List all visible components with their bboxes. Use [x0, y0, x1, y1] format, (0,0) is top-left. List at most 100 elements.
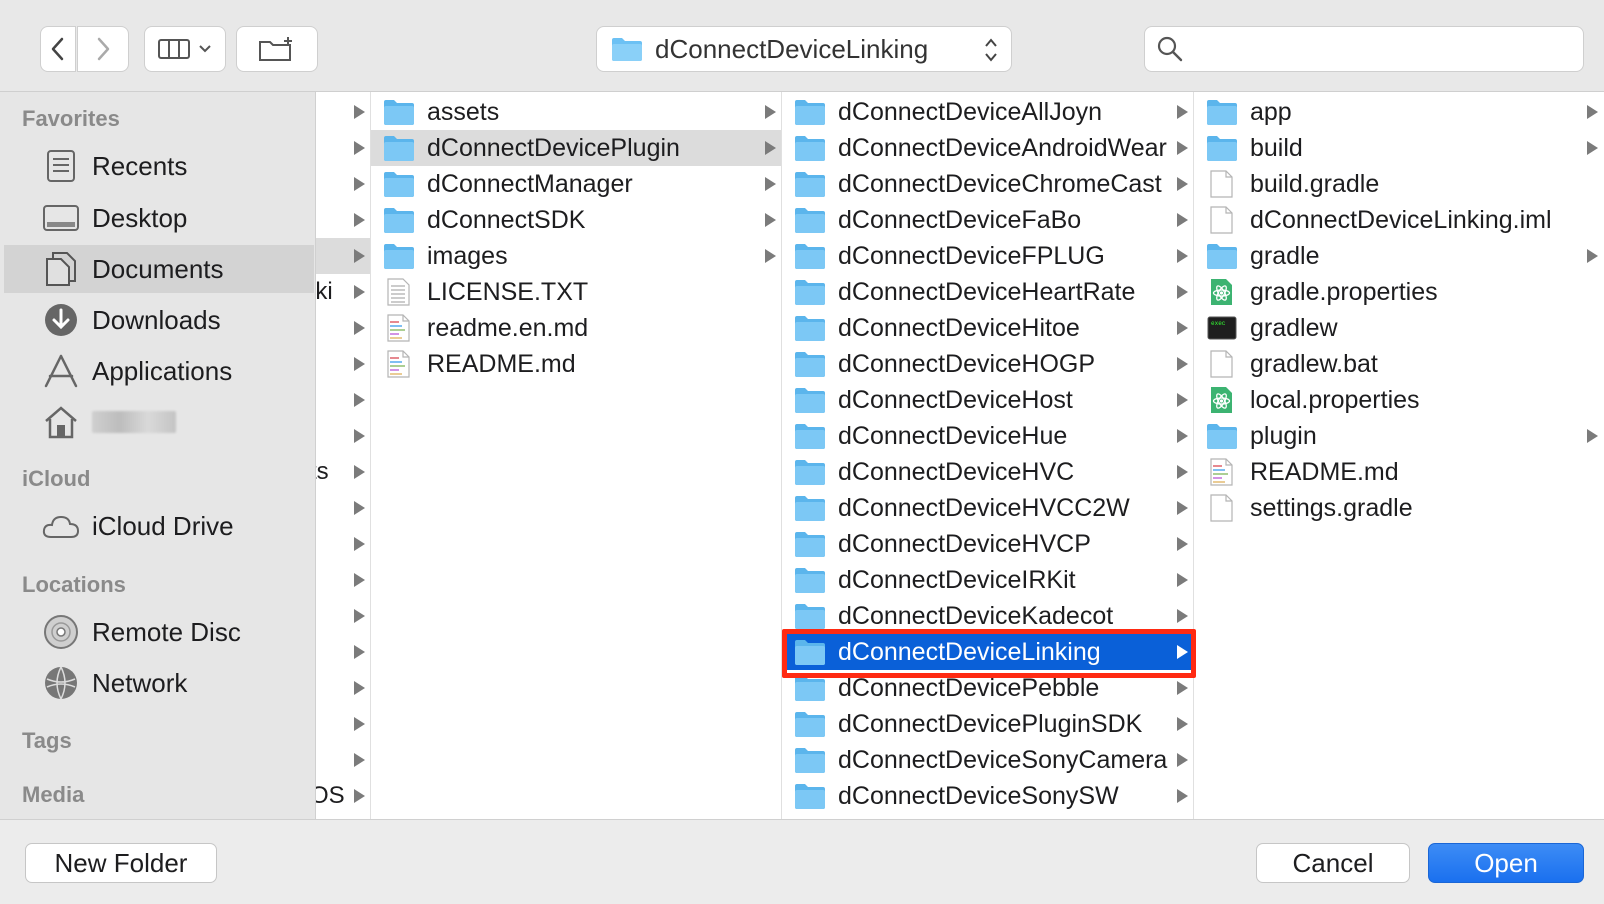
properties-file-icon [1206, 278, 1238, 306]
file-row[interactable] [316, 310, 370, 346]
disclosure-arrow-icon [1177, 789, 1188, 803]
file-row[interactable]: dConnectDeviceKadecot [782, 598, 1193, 634]
file-row[interactable]: dConnectDevicePebble [782, 670, 1193, 706]
file-row[interactable]: OS [316, 778, 370, 814]
file-row[interactable]: dConnectDevicePluginSDK [782, 706, 1193, 742]
file-row[interactable]: LICENSE.TXT [371, 274, 781, 310]
file-row[interactable]: gradle.properties [1194, 274, 1604, 310]
file-name: dConnectDeviceHitoe [838, 313, 1080, 342]
new-folder-icon [259, 37, 292, 61]
forward-button[interactable] [77, 26, 129, 72]
back-button[interactable] [40, 26, 76, 72]
file-row[interactable] [316, 670, 370, 706]
sidebar-item-desktop[interactable]: Desktop [4, 194, 314, 242]
file-row[interactable]: gradle [1194, 238, 1604, 274]
new-folder-button[interactable]: New Folder [25, 843, 217, 883]
sidebar-item-documents[interactable]: Documents [4, 245, 314, 293]
file-name: assets [427, 97, 500, 126]
sidebar-item-icloud-drive[interactable]: iCloud Drive [4, 502, 314, 550]
file-row[interactable] [316, 634, 370, 670]
sidebar-item-recents[interactable]: Recents [4, 142, 314, 190]
file-row[interactable] [316, 706, 370, 742]
file-row[interactable]: exec gradlew [1194, 310, 1604, 346]
file-row[interactable] [316, 418, 370, 454]
file-row[interactable] [316, 238, 370, 274]
file-row[interactable]: dConnectDeviceHVCC2W [782, 490, 1193, 526]
file-row[interactable]: plugin [1194, 418, 1604, 454]
sidebar-item-remote-disc[interactable]: Remote Disc [4, 608, 314, 656]
file-row[interactable]: dConnectDeviceFaBo [782, 202, 1193, 238]
file-row[interactable] [316, 382, 370, 418]
file-row[interactable]: assets [371, 94, 781, 130]
sidebar-item-network[interactable]: Network [4, 659, 314, 707]
icloud-icon [40, 505, 82, 547]
sidebar-item-downloads[interactable]: Downloads [4, 296, 314, 344]
file-row[interactable] [316, 166, 370, 202]
file-row[interactable]: dConnectDeviceHue [782, 418, 1193, 454]
file-row[interactable] [316, 346, 370, 382]
file-row[interactable]: gradlew.bat [1194, 346, 1604, 382]
file-row[interactable]: dConnectDeviceAllJoyn [782, 94, 1193, 130]
file-row[interactable]: dConnectDeviceHOGP [782, 346, 1193, 382]
file-row[interactable]: iki [316, 274, 370, 310]
file-row[interactable]: dConnectDeviceAndroidWear [782, 130, 1193, 166]
folder-icon [1206, 134, 1238, 162]
file-row[interactable]: dConnectDeviceHost [782, 382, 1193, 418]
file-row[interactable]: README.md [371, 346, 781, 382]
view-mode-button[interactable] [144, 26, 226, 72]
file-row[interactable]: readme.en.md [371, 310, 781, 346]
new-folder-toolbar-button[interactable] [236, 26, 318, 72]
search-field[interactable] [1144, 26, 1584, 72]
file-row[interactable]: build.gradle [1194, 166, 1604, 202]
file-name: dConnectDeviceHue [838, 421, 1068, 450]
disclosure-arrow-icon [1177, 609, 1188, 623]
file-name: dConnectDeviceHVCP [838, 529, 1091, 558]
file-row[interactable]: README.md [1194, 454, 1604, 490]
open-button[interactable]: Open [1428, 843, 1584, 883]
file-row[interactable] [316, 562, 370, 598]
file-row[interactable]: images [371, 238, 781, 274]
file-row[interactable]: app [1194, 94, 1604, 130]
cancel-button[interactable]: Cancel [1256, 843, 1410, 883]
file-row[interactable]: local.properties [1194, 382, 1604, 418]
file-row[interactable]: dConnectDeviceSonyCamera [782, 742, 1193, 778]
file-row[interactable]: dConnectDeviceLinking [782, 634, 1193, 670]
file-row[interactable] [316, 742, 370, 778]
sidebar-item-home[interactable] [4, 398, 314, 446]
search-input[interactable] [1193, 36, 1573, 62]
home-icon [40, 401, 82, 443]
file-row[interactable]: ts [316, 454, 370, 490]
file-row[interactable]: dConnectDeviceLinking.iml [1194, 202, 1604, 238]
file-row[interactable]: dConnectDeviceHeartRate [782, 274, 1193, 310]
file-row[interactable] [316, 490, 370, 526]
file-name: dConnectDeviceAndroidWear [838, 133, 1167, 162]
file-row[interactable]: dConnectDeviceHVC [782, 454, 1193, 490]
file-name: dConnectDeviceHVC [838, 457, 1075, 486]
file-row[interactable]: settings.gradle [1194, 490, 1604, 526]
file-row[interactable] [316, 94, 370, 130]
file-row[interactable]: dConnectDeviceIRKit [782, 562, 1193, 598]
file-row[interactable]: build [1194, 130, 1604, 166]
file-row[interactable]: dConnectDeviceHitoe [782, 310, 1193, 346]
file-row[interactable]: dConnectDeviceChromeCast [782, 166, 1193, 202]
file-row[interactable] [316, 526, 370, 562]
document-icon [1206, 494, 1238, 522]
sidebar-item-applications[interactable]: Applications [4, 347, 314, 395]
file-row[interactable] [316, 202, 370, 238]
file-row[interactable]: dConnectDeviceSonySW [782, 778, 1193, 814]
path-popup[interactable]: dConnectDeviceLinking [596, 26, 1012, 72]
file-row[interactable]: dConnectDeviceHVCP [782, 526, 1193, 562]
folder-icon [794, 98, 826, 126]
file-row[interactable]: dConnectDeviceFPLUG [782, 238, 1193, 274]
disclosure-arrow-icon [354, 321, 365, 335]
file-row[interactable]: dConnectManager [371, 166, 781, 202]
file-row[interactable]: dConnectSDK [371, 202, 781, 238]
file-row[interactable] [316, 130, 370, 166]
folder-icon [794, 458, 826, 486]
file-row[interactable] [316, 598, 370, 634]
downloads-icon [40, 299, 82, 341]
file-row[interactable]: dConnectDevicePlugin [371, 130, 781, 166]
sidebar-item-label: Desktop [92, 202, 188, 233]
folder-icon [794, 674, 826, 702]
disclosure-arrow-icon [1177, 537, 1188, 551]
